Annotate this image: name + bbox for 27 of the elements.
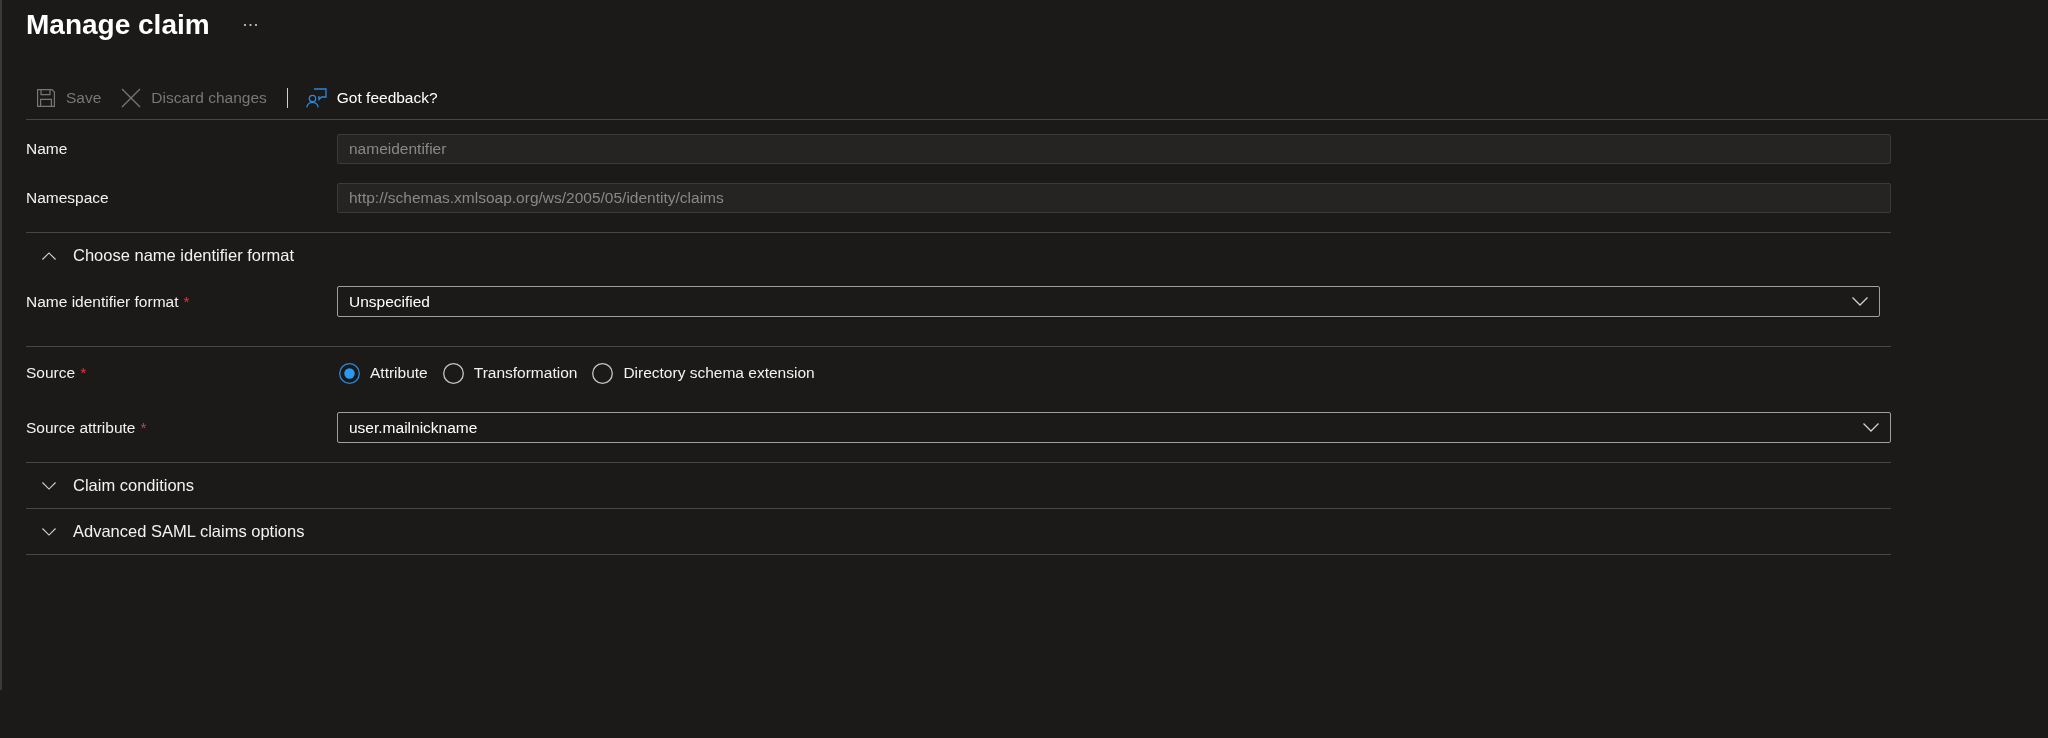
radio-option[interactable]: Attribute	[339, 362, 428, 384]
field-label: Name	[26, 140, 68, 158]
radio-option[interactable]: Directory schema extension	[592, 362, 815, 384]
field-label: Source attribute	[26, 418, 136, 437]
feedback-icon	[305, 87, 327, 108]
radio-option[interactable]: Transformation	[442, 362, 578, 384]
chevron-down-icon	[42, 481, 56, 490]
section-header[interactable]: Claim conditions	[26, 463, 1891, 508]
field-label: Namespace	[26, 189, 109, 207]
chevron-down-icon	[1863, 423, 1879, 432]
dropdown[interactable]: user.mailnickname	[337, 412, 1891, 443]
feedback-button[interactable]: Got feedback?	[297, 81, 446, 114]
required-asterisk: *	[140, 418, 147, 437]
section-header[interactable]: Advanced SAML claims options	[26, 509, 1891, 554]
page-title: Manage claim	[26, 8, 210, 42]
field-label: Source	[26, 364, 76, 382]
required-asterisk: *	[80, 364, 87, 382]
dropdown[interactable]: Unspecified	[337, 286, 1880, 317]
field-label: Name identifier format	[26, 292, 179, 311]
save-icon	[36, 87, 56, 108]
chevron-down-icon	[42, 527, 56, 536]
chevron-down-icon	[1852, 297, 1868, 306]
more-icon[interactable]	[242, 23, 258, 27]
required-asterisk: *	[183, 292, 190, 311]
chevron-up-icon	[42, 251, 56, 260]
section-header[interactable]: Choose name identifier format	[26, 233, 1891, 278]
close-icon	[121, 87, 142, 108]
